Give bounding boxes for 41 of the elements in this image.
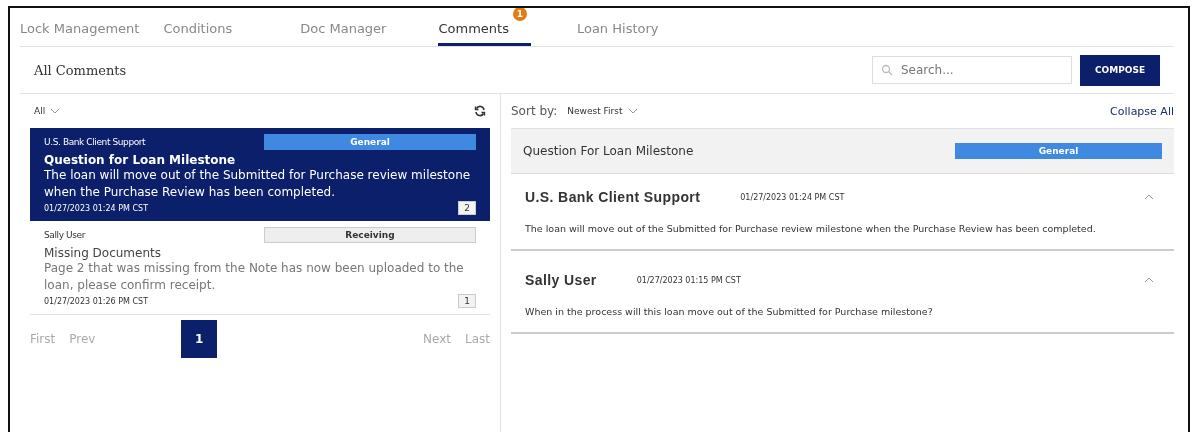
message-time: 01/27/2023 01:24 PM CST [740, 192, 846, 202]
message-author: Sally User [525, 272, 597, 288]
chevron-icon [50, 108, 61, 114]
sort-label: Sort by: [511, 104, 558, 118]
comment-author: U.S. Bank Client Support [44, 137, 146, 147]
sort-dropdown[interactable]: Newest First [567, 106, 1101, 116]
filter-dropdown[interactable]: All [34, 106, 61, 116]
panel-title: All Comments [33, 62, 128, 78]
chevron-icon [627, 108, 638, 114]
thread-subject: Question For Loan Milestone [523, 144, 694, 158]
message-author: U.S. Bank Client Support [525, 189, 701, 205]
comment-item[interactable] [30, 128, 490, 221]
comment-subject: Missing Documents [44, 246, 162, 260]
tab[interactable]: Comments [438, 21, 531, 46]
chevron-icon[interactable] [1144, 194, 1154, 200]
page-button[interactable]: 1 [181, 320, 218, 358]
reply-count[interactable]: 1 [458, 294, 476, 308]
reply-count[interactable]: 2 [458, 201, 476, 215]
comment-subject: Question for Loan Milestone [44, 153, 237, 167]
search-field[interactable]: Search... [872, 56, 1072, 84]
message-text: When in the process will this loan move out of the Submitted for Purchase milestone? [525, 305, 934, 319]
comment-text: Page 2 that was missing from the Note has now been uploaded to the loan, please confirm receipt. [44, 260, 465, 294]
compose-button[interactable]: COMPOSE [1080, 54, 1160, 86]
tab[interactable]: Lock Management [20, 21, 140, 46]
comment-item[interactable]: Sally User Receiving Missing Documents Page 2 that was missing from the Note has now been uploaded to the loan, please confirm receipt. 01/27/2023 01:26 PM CST 1 [30, 221, 490, 314]
tab[interactable]: Conditions [163, 21, 233, 46]
comment-text: The loan will move out of the Submitted for Purchase review milestone when the Purchase Review has been completed. [44, 167, 472, 201]
chevron-icon[interactable] [1144, 277, 1154, 283]
message-text: The loan will move out of the Submitted for Purchase review milestone when the Purchase Review has been completed. [525, 222, 1097, 236]
tab[interactable]: Doc Manager [300, 21, 387, 46]
count-badge: 1 [512, 8, 527, 21]
comment-time: 01/27/2023 01:24 PM CST [44, 203, 149, 213]
category-tag: Receiving [264, 227, 476, 243]
comment-author: Sally User [44, 230, 85, 240]
comment-time: 01/27/2023 01:26 PM CST [44, 296, 149, 306]
message-time: 01/27/2023 01:15 PM CST [636, 275, 742, 285]
collapse-all-link[interactable]: Collapse All [1110, 104, 1174, 118]
refresh-icon[interactable] [474, 105, 486, 117]
category-tag: General [955, 143, 1162, 159]
tab[interactable]: Loan History [576, 21, 659, 46]
category-tag: General [264, 134, 476, 150]
